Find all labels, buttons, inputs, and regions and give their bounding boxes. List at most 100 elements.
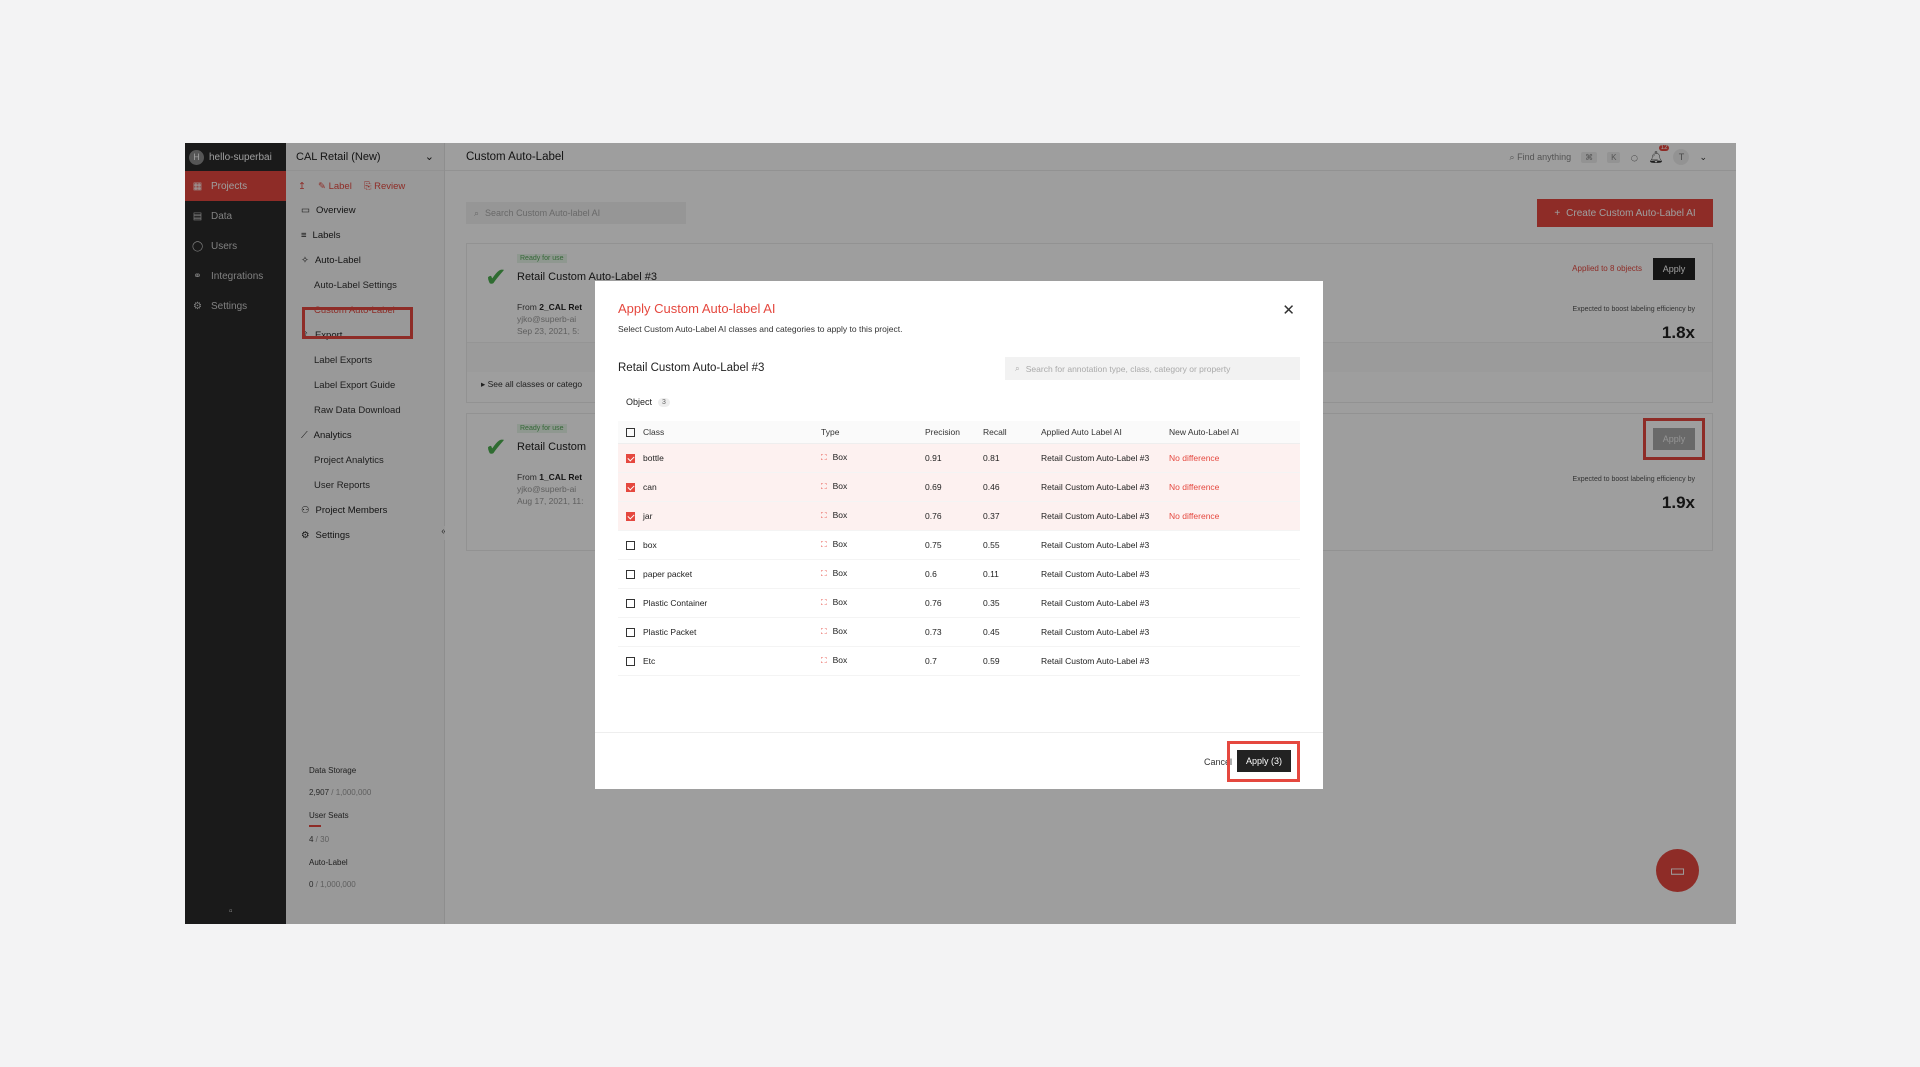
cell-type: ⛶ Box (821, 443, 925, 473)
cell-precision: 0.75 (925, 530, 983, 560)
cell-precision: 0.76 (925, 588, 983, 618)
cell-class: Etc (643, 646, 821, 676)
cell-class: jar (643, 501, 821, 531)
col-recall: Recall (983, 421, 1041, 444)
col-precision: Precision (925, 421, 983, 444)
ai-name: Retail Custom Auto-Label #3 (618, 362, 765, 374)
type-label: Box (832, 626, 848, 636)
tab-count: 3 (658, 397, 670, 407)
cell-type: ⛶ Box (821, 530, 925, 560)
type-label: Box (832, 510, 848, 520)
row-checkbox[interactable] (626, 656, 635, 666)
cell-new (1169, 646, 1300, 676)
class-table: Class Type Precision Recall Applied Auto… (618, 421, 1300, 676)
table-body: bottle ⛶ Box 0.91 0.81 Retail Custom Auto-Lab… (618, 443, 1300, 676)
type-label: Box (832, 568, 848, 578)
cell-recall: 0.55 (983, 530, 1041, 560)
cell-class: Plastic Packet (643, 617, 821, 647)
bounding-box-icon: ⛶ (821, 598, 827, 607)
table-row[interactable]: Etc ⛶ Box 0.7 0.59 Retail Custom Auto-Label #… (618, 646, 1300, 676)
table-row[interactable]: Plastic Packet ⛶ Box 0.73 0.45 Retail Custom … (618, 617, 1300, 647)
close-icon[interactable]: ✕ (1282, 301, 1295, 319)
table-row[interactable]: bottle ⛶ Box 0.91 0.81 Retail Custom Auto-Lab… (618, 443, 1300, 473)
dialog-footer: Cancel Apply (3) (595, 732, 1323, 789)
cell-applied: Retail Custom Auto-Label #3 (1041, 559, 1169, 589)
cell-recall: 0.45 (983, 617, 1041, 647)
table-row[interactable]: Plastic Container ⛶ Box 0.76 0.35 Retail Cust… (618, 588, 1300, 618)
cell-class: bottle (643, 443, 821, 473)
row-checkbox[interactable] (626, 511, 635, 521)
cell-new: No difference (1169, 443, 1300, 473)
cell-type: ⛶ Box (821, 646, 925, 676)
cell-new (1169, 559, 1300, 589)
cell-class: paper packet (643, 559, 821, 589)
cell-type: ⛶ Box (821, 617, 925, 647)
cell-class: Plastic Container (643, 588, 821, 618)
cell-precision: 0.7 (925, 646, 983, 676)
cell-type: ⛶ Box (821, 472, 925, 502)
type-label: Box (832, 539, 848, 549)
cell-applied: Retail Custom Auto-Label #3 (1041, 530, 1169, 560)
bounding-box-icon: ⛶ (821, 482, 827, 491)
cell-new (1169, 588, 1300, 618)
cell-type: ⛶ Box (821, 588, 925, 618)
row-checkbox[interactable] (626, 598, 635, 608)
cell-recall: 0.37 (983, 501, 1041, 531)
type-label: Box (832, 597, 848, 607)
bounding-box-icon: ⛶ (821, 569, 827, 578)
cell-type: ⛶ Box (821, 559, 925, 589)
bounding-box-icon: ⛶ (821, 511, 827, 520)
cell-new: No difference (1169, 472, 1300, 502)
class-search-input[interactable]: ⌕ Search for annotation type, class, cat… (1005, 357, 1300, 380)
cell-recall: 0.46 (983, 472, 1041, 502)
type-label: Box (832, 452, 848, 462)
row-checkbox[interactable] (626, 569, 635, 579)
cell-new (1169, 530, 1300, 560)
tab-object[interactable]: Object 3 (626, 397, 670, 407)
cell-applied: Retail Custom Auto-Label #3 (1041, 588, 1169, 618)
bounding-box-icon: ⛶ (821, 540, 827, 549)
cell-precision: 0.69 (925, 472, 983, 502)
cell-applied: Retail Custom Auto-Label #3 (1041, 617, 1169, 647)
select-all-checkbox[interactable] (626, 427, 635, 437)
bounding-box-icon: ⛶ (821, 627, 827, 636)
cell-recall: 0.11 (983, 559, 1041, 589)
cell-applied: Retail Custom Auto-Label #3 (1041, 472, 1169, 502)
row-checkbox[interactable] (626, 482, 635, 492)
cell-precision: 0.73 (925, 617, 983, 647)
cell-precision: 0.91 (925, 443, 983, 473)
cell-recall: 0.35 (983, 588, 1041, 618)
table-row[interactable]: paper packet ⛶ Box 0.6 0.11 Retail Custom Aut… (618, 559, 1300, 589)
cell-type: ⛶ Box (821, 501, 925, 531)
table-row[interactable]: can ⛶ Box 0.69 0.46 Retail Custom Auto-Label … (618, 472, 1300, 502)
row-checkbox[interactable] (626, 627, 635, 637)
col-type: Type (821, 421, 925, 444)
table-row[interactable]: box ⛶ Box 0.75 0.55 Retail Custom Auto-Label … (618, 530, 1300, 560)
search-icon: ⌕ (1015, 363, 1020, 373)
table-row[interactable]: jar ⛶ Box 0.76 0.37 Retail Custom Auto-Label … (618, 501, 1300, 531)
app-window: H hello-superbai ▦ Projects ▤ Data ◯ Use… (185, 143, 1736, 924)
col-new: New Auto-Label AI (1169, 421, 1300, 444)
row-checkbox[interactable] (626, 540, 635, 550)
cell-class: box (643, 530, 821, 560)
col-class: Class (643, 421, 821, 444)
col-applied: Applied Auto Label AI (1041, 421, 1169, 444)
cell-recall: 0.59 (983, 646, 1041, 676)
highlight-box (1227, 741, 1300, 782)
cell-new (1169, 617, 1300, 647)
cell-precision: 0.76 (925, 501, 983, 531)
cell-applied: Retail Custom Auto-Label #3 (1041, 501, 1169, 531)
tab-label: Object (626, 397, 653, 407)
cell-precision: 0.6 (925, 559, 983, 589)
cell-new: No difference (1169, 501, 1300, 531)
dialog-subtitle: Select Custom Auto-Label AI classes and … (618, 324, 903, 334)
row-checkbox[interactable] (626, 453, 635, 463)
bounding-box-icon: ⛶ (821, 656, 827, 665)
type-label: Box (832, 481, 848, 491)
cell-applied: Retail Custom Auto-Label #3 (1041, 646, 1169, 676)
bounding-box-icon: ⛶ (821, 453, 827, 462)
type-label: Box (832, 655, 848, 665)
cell-class: can (643, 472, 821, 502)
cell-applied: Retail Custom Auto-Label #3 (1041, 443, 1169, 473)
cell-recall: 0.81 (983, 443, 1041, 473)
